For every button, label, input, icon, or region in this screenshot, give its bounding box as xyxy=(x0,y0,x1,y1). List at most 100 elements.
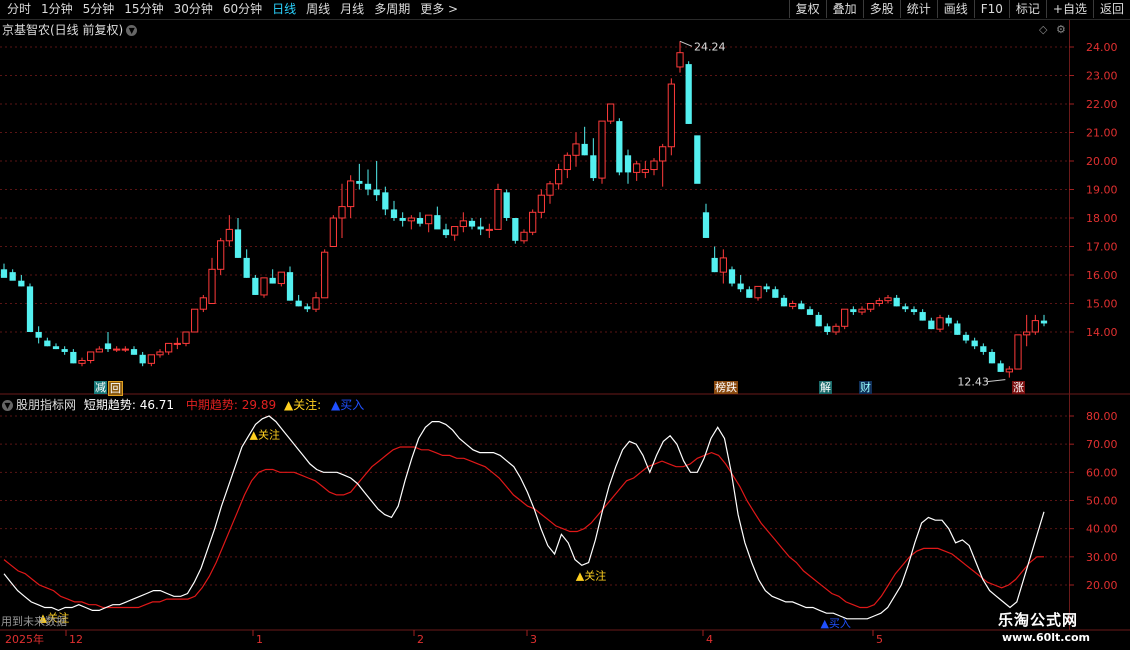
candle-body xyxy=(477,226,484,230)
candle-body xyxy=(919,312,926,321)
candle-body xyxy=(685,64,692,124)
event-tag-return[interactable]: 回 xyxy=(108,381,123,396)
candle-body xyxy=(173,342,181,345)
candle-body xyxy=(659,146,667,162)
candle-body xyxy=(373,189,380,196)
candle-body xyxy=(572,143,580,156)
candle-body xyxy=(590,155,597,179)
candle-body xyxy=(269,277,276,284)
candle-body xyxy=(737,283,744,290)
candle-body xyxy=(667,83,675,148)
candle-body xyxy=(78,360,86,364)
indicator-axis-label: 30.00 xyxy=(1086,551,1118,564)
event-tag-unlock[interactable]: 解 xyxy=(819,381,832,394)
candle-body xyxy=(217,240,225,270)
candle-body xyxy=(702,212,710,238)
signal-1: ▲关注 xyxy=(250,427,280,441)
candle-body xyxy=(416,218,424,224)
price-axis-label: 16.00 xyxy=(1086,269,1118,282)
indicator-header: ▼ 股朋指标网 短期趋势: 46.71 中期趋势: 29.89 ▲关注: ▲买入 xyxy=(2,396,364,413)
candle-body xyxy=(347,180,355,208)
candle-body xyxy=(746,289,753,298)
watch-label: ▲关注: xyxy=(283,398,322,412)
date-label: 12 xyxy=(69,633,83,646)
indicator-name: 股朋指标网 xyxy=(16,398,77,412)
candle-body xyxy=(338,206,346,219)
candle-body xyxy=(936,317,944,330)
candle-body xyxy=(191,308,199,333)
candle-body xyxy=(598,120,606,179)
candle-body xyxy=(719,257,727,273)
candle-body xyxy=(798,303,805,310)
candle-body xyxy=(35,332,42,338)
chevron-down-icon[interactable]: ▼ xyxy=(2,400,13,411)
candle-body xyxy=(1040,320,1048,324)
candle-body xyxy=(312,297,320,310)
price-axis-label: 17.00 xyxy=(1086,241,1118,254)
candle-body xyxy=(113,348,121,351)
candle-body xyxy=(988,351,996,364)
event-tag-list-drop[interactable]: 榜跌 xyxy=(714,381,738,394)
candle-body xyxy=(208,268,216,304)
date-label: 1 xyxy=(256,633,263,646)
event-tag-finance[interactable]: 财 xyxy=(859,381,872,394)
candle-body xyxy=(425,214,433,225)
candle-body xyxy=(434,215,441,230)
candle-body xyxy=(824,326,831,332)
candle-body xyxy=(44,340,51,347)
candle-body xyxy=(616,121,623,173)
candle-body xyxy=(694,135,701,184)
candle-body xyxy=(286,272,294,301)
candle-body xyxy=(26,286,34,332)
candle-body xyxy=(555,169,563,185)
candle-body xyxy=(624,155,632,173)
candle-body xyxy=(581,143,588,156)
candle-body xyxy=(962,334,970,341)
candle-body xyxy=(277,271,285,285)
candle-body xyxy=(87,351,95,362)
mid-trend-line xyxy=(3,446,1044,609)
candle-body xyxy=(104,343,112,350)
candle-body xyxy=(1023,331,1031,336)
candle-body xyxy=(459,220,467,228)
candle-body xyxy=(780,297,788,307)
indicator-axis-label: 80.00 xyxy=(1086,410,1118,423)
candle-body xyxy=(468,220,476,227)
candle-body xyxy=(295,300,302,307)
candle-body xyxy=(364,183,372,190)
candle-body xyxy=(858,308,866,313)
candle-body xyxy=(789,303,797,307)
settings-icon: ⚙ xyxy=(1056,23,1066,36)
candle-body xyxy=(356,180,363,184)
candle-body xyxy=(875,300,883,304)
price-axis-label: 18.00 xyxy=(1086,212,1118,225)
candle-body xyxy=(954,323,961,335)
candle-body xyxy=(902,306,909,310)
candle-body xyxy=(676,52,684,68)
date-label: 3 xyxy=(530,633,537,646)
candle-body xyxy=(806,309,814,315)
indicator-axis-label: 20.00 xyxy=(1086,579,1118,592)
candle-body xyxy=(0,269,8,278)
candle-body xyxy=(971,340,978,347)
indicator-axis-label: 50.00 xyxy=(1086,495,1118,508)
candle-body xyxy=(563,154,571,171)
candle-body xyxy=(182,331,190,344)
signal-2: ▲关注 xyxy=(576,568,606,582)
date-label: 5 xyxy=(876,633,883,646)
candle-body xyxy=(841,308,849,327)
candle-body xyxy=(382,192,389,210)
event-tag-reduce[interactable]: 减 xyxy=(94,381,107,394)
candle-body xyxy=(850,309,857,313)
candle-body xyxy=(243,257,250,278)
event-tag-rise[interactable]: 涨 xyxy=(1012,381,1025,394)
high-pointer xyxy=(679,40,693,47)
short-trend-label: 短期趋势: 46.71 xyxy=(83,398,175,412)
candle-body xyxy=(537,194,545,213)
chart-area: ▲关注▲关注▲关注▲买入 24.0023.0022.0021.0020.0019… xyxy=(0,20,1130,646)
candle-body xyxy=(832,325,840,333)
candle-body xyxy=(641,169,649,173)
candle-body xyxy=(728,269,736,284)
indicator-axis-label: 60.00 xyxy=(1086,466,1118,479)
watermark-title: 乐淘公式网 xyxy=(998,611,1079,629)
